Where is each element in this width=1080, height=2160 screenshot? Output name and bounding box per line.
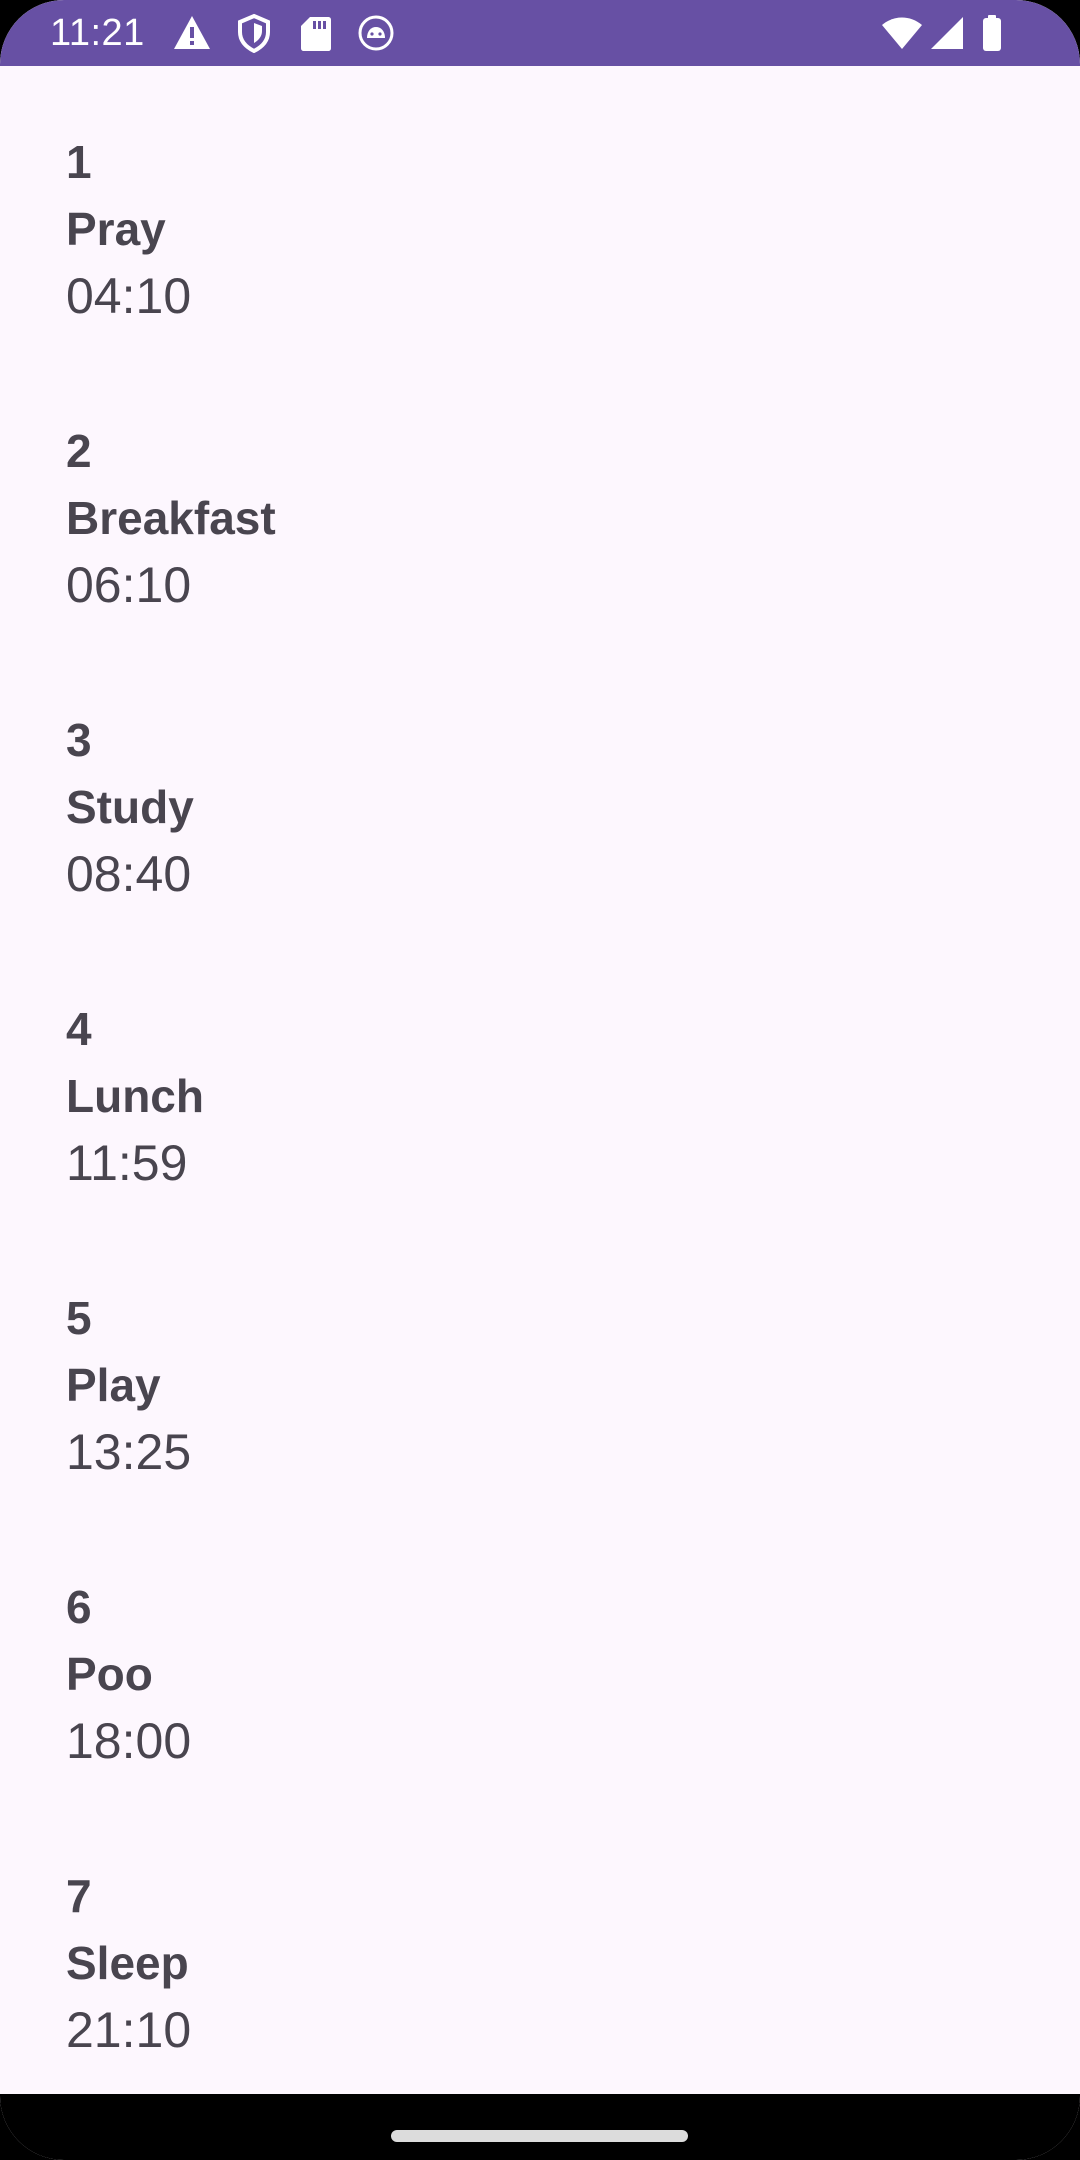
activity-time: 18:00: [66, 1713, 192, 1769]
activity-name: Breakfast: [66, 492, 276, 544]
app-screen: 11:21 1 Pray 04:10 2 Breakfast 06:10 3 S…: [0, 0, 1080, 2160]
activity-list: 1 Pray 04:10 2 Breakfast 06:10 3 Study 0…: [0, 66, 1080, 2094]
activity-number: 3: [66, 714, 92, 766]
activity-name: Poo: [66, 1648, 153, 1700]
battery-icon: [983, 15, 1001, 51]
wifi-icon: [882, 17, 922, 49]
status-bar: 11:21: [0, 0, 1080, 66]
list-item[interactable]: 5 Play 13:25: [66, 1222, 966, 1480]
sd-card-icon: [301, 17, 331, 51]
activity-time: 11:59: [66, 1135, 188, 1191]
shield-icon: [238, 13, 270, 53]
alert-icon: [174, 16, 210, 49]
activity-number: 4: [66, 1003, 92, 1055]
activity-number: 5: [66, 1292, 92, 1344]
activity-time: 06:10: [66, 557, 192, 613]
list-item[interactable]: 2 Breakfast 06:10: [66, 355, 966, 613]
android-debug-icon: [358, 15, 394, 51]
activity-name: Sleep: [66, 1937, 189, 1989]
activity-name: Play: [66, 1359, 161, 1411]
list-item[interactable]: 1 Pray 04:10: [66, 66, 966, 324]
list-item[interactable]: 4 Lunch 11:59: [66, 933, 966, 1191]
activity-number: 2: [66, 425, 92, 477]
activity-number: 1: [66, 136, 92, 188]
activity-name: Study: [66, 781, 194, 833]
cellular-signal-icon: [931, 17, 963, 49]
activity-time: 13:25: [66, 1424, 192, 1480]
list-item[interactable]: 6 Poo 18:00: [66, 1511, 966, 1769]
activity-name: Pray: [66, 203, 166, 255]
status-time: 11:21: [50, 12, 145, 54]
navigation-bar: [0, 2094, 1080, 2160]
activity-time: 21:10: [66, 2002, 192, 2058]
activity-name: Lunch: [66, 1070, 204, 1122]
list-item[interactable]: 7 Sleep 21:10: [66, 1800, 966, 2058]
activity-time: 08:40: [66, 846, 192, 902]
activity-time: 04:10: [66, 268, 192, 324]
list-item[interactable]: 3 Study 08:40: [66, 644, 966, 902]
home-gesture-handle[interactable]: [391, 2130, 688, 2142]
activity-number: 7: [66, 1870, 92, 1922]
activity-number: 6: [66, 1581, 92, 1633]
